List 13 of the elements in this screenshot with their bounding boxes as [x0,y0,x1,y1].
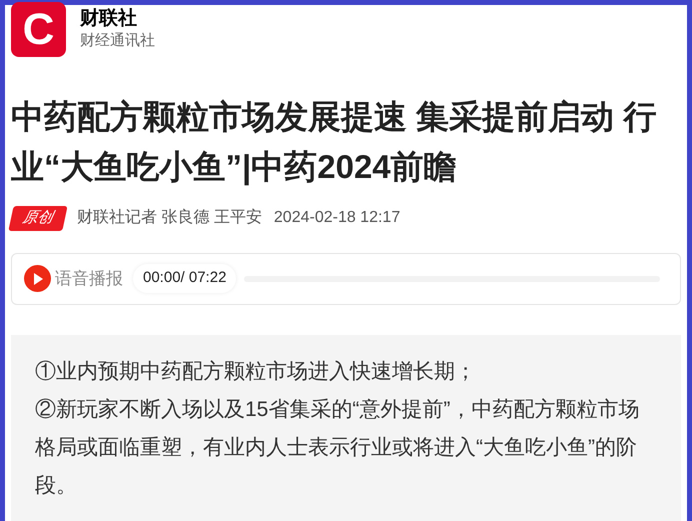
audio-time: 00:00/ 07:22 [133,264,236,293]
logo-icon: C [11,2,66,57]
headline: 中药配方颗粒市场发展提速 集采提前启动 行业“大鱼吃小鱼”|中药2024前瞻 [11,97,658,188]
play-icon [32,272,42,284]
source-subtitle: 财经通讯社 [80,30,155,50]
byline: 财联社记者 张良德 王平安 [77,208,262,228]
publish-time: 2024-02-18 12:17 [274,208,400,228]
summary-point: ②新玩家不断入场以及15省集采的“意外提前”，中药配方颗粒市场格局或面临重塑，有业内人士表示行业或将进入“大鱼吃小鱼”的阶段。 [35,396,640,498]
original-badge: 原创 [8,206,68,230]
source-name: 财联社 [80,6,138,30]
summary-point: ①业内预期中药配方颗粒市场进入快速增长期； [35,358,477,384]
audio-label: 语音播报 [55,268,123,290]
play-button[interactable] [24,265,51,292]
